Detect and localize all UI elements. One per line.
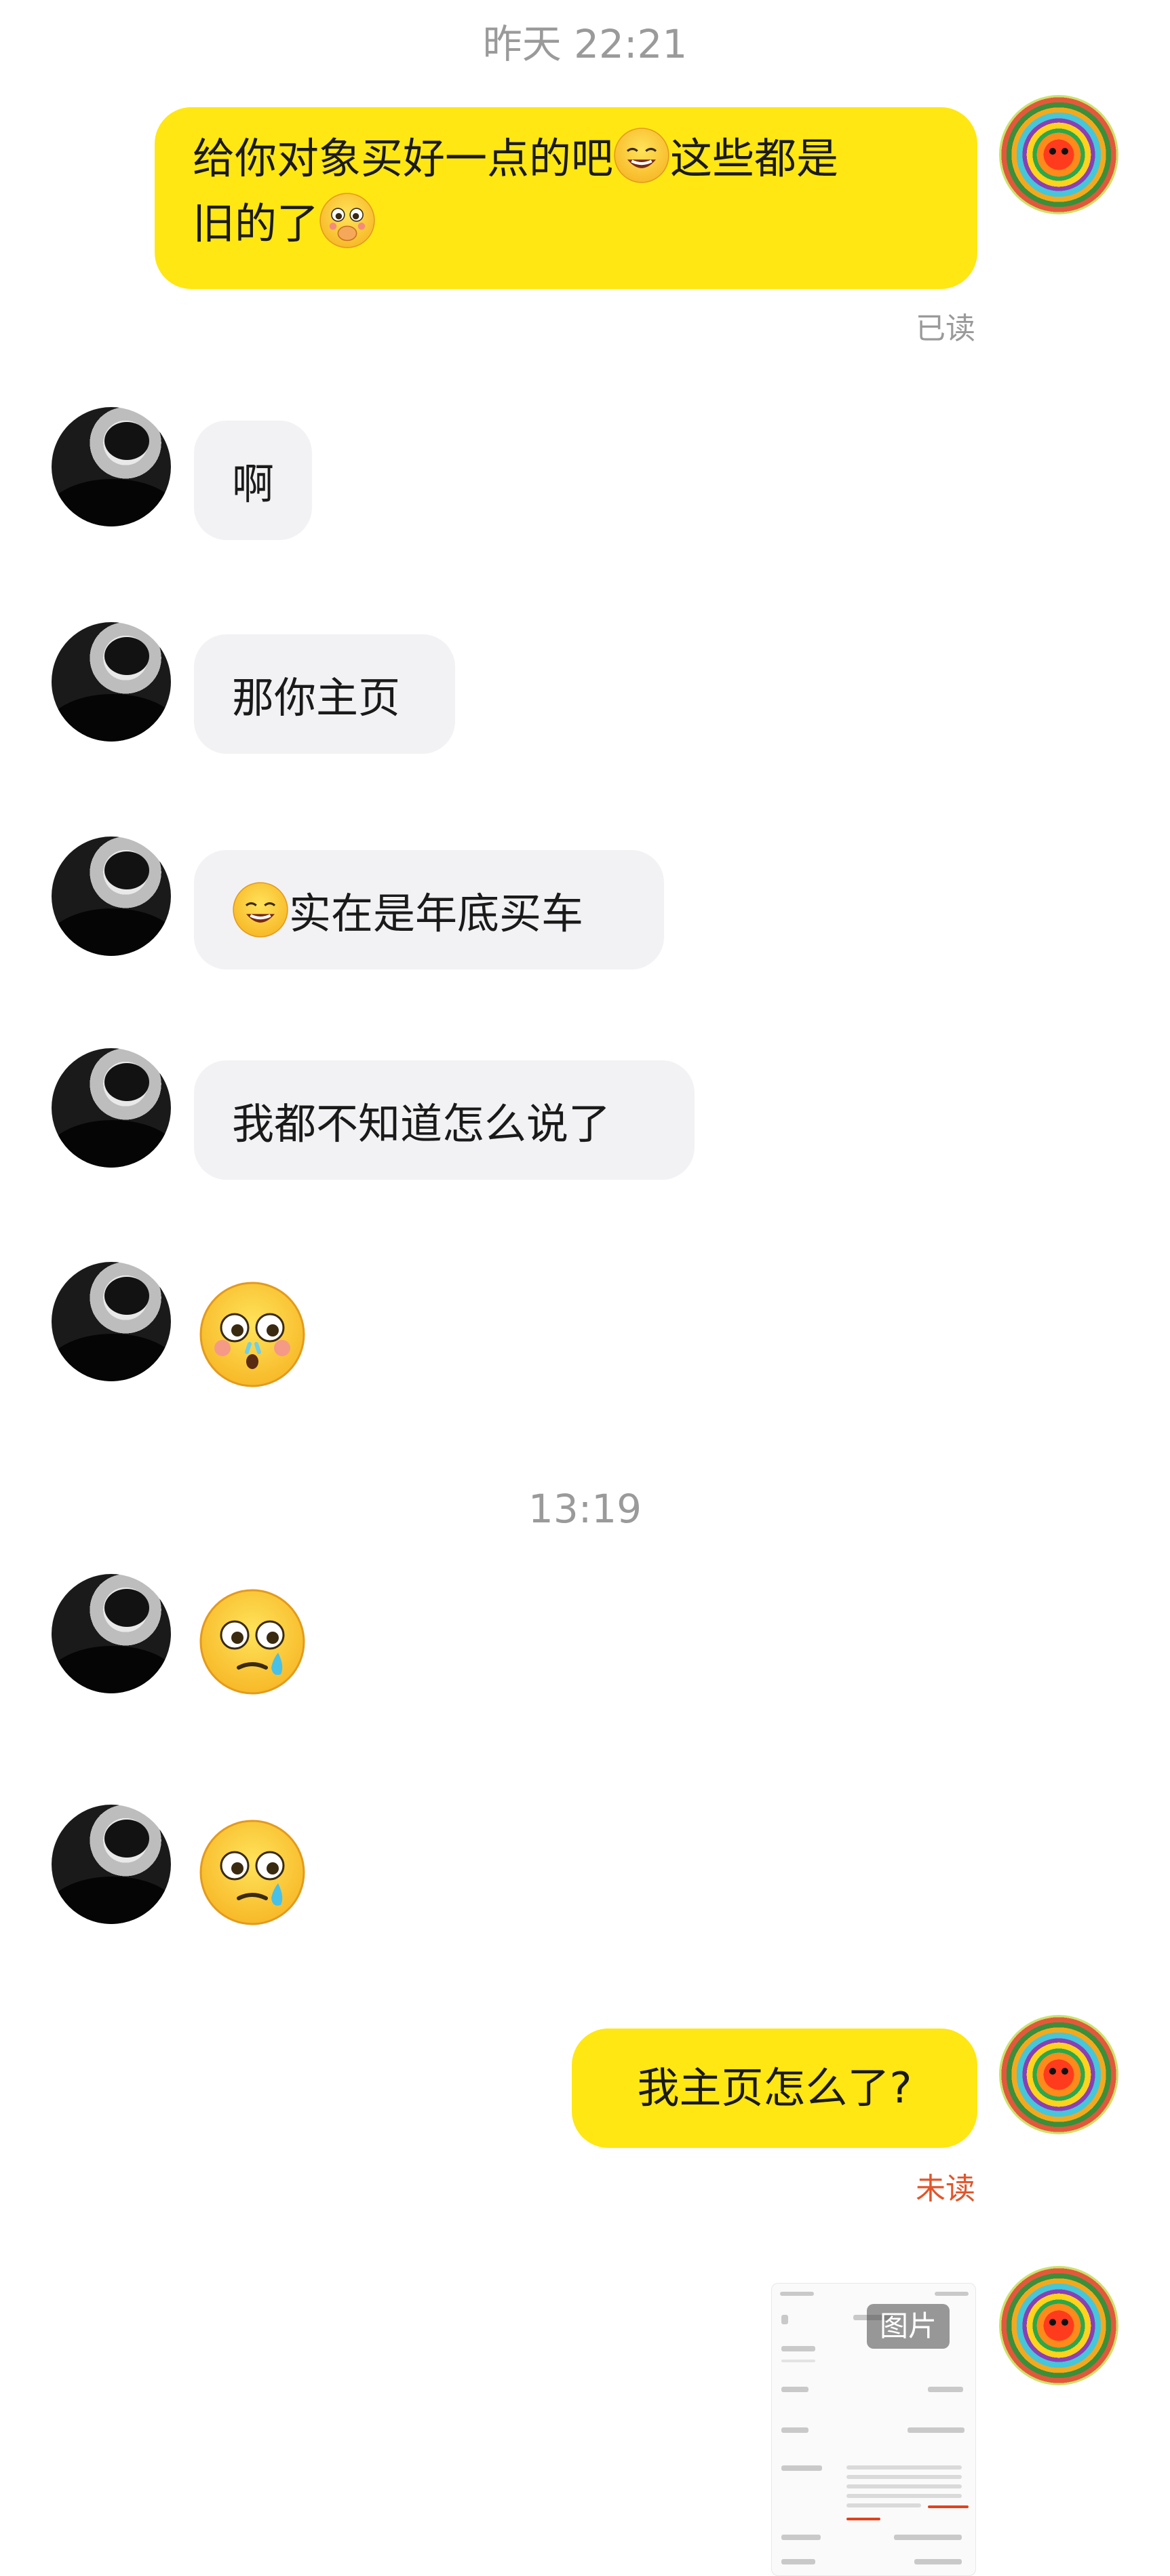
self-avatar[interactable] (999, 2266, 1118, 2385)
self-avatar[interactable] (999, 95, 1118, 214)
message-text: 旧的了 (193, 199, 319, 248)
contact-avatar[interactable] (52, 1262, 171, 1381)
message-text: 啊 (231, 459, 274, 509)
contact-avatar[interactable] (52, 1805, 171, 1924)
self-avatar[interactable] (999, 2015, 1118, 2134)
timestamp: 13:19 (528, 1486, 642, 1532)
teary-icon[interactable] (198, 1818, 307, 1927)
grinning-sweat-icon (233, 882, 288, 938)
message-text: 实在是年底买车 (289, 889, 584, 938)
read-status: 已读 (916, 311, 975, 346)
message-bubble-incoming[interactable]: 我都不知道怎么说了 (194, 1060, 695, 1180)
image-message[interactable]: 图片 (771, 2283, 976, 2576)
contact-avatar[interactable] (52, 622, 171, 742)
message-bubble-outgoing[interactable]: 给你对象买好一点的吧 这些都是 旧的了 (155, 107, 977, 289)
grinning-sweat-icon (614, 128, 669, 183)
message-bubble-outgoing[interactable]: 我主页怎么了? (572, 2029, 977, 2148)
message-bubble-incoming[interactable]: 实在是年底买车 (194, 850, 664, 969)
message-text: 我主页怎么了? (637, 2063, 912, 2113)
message-bubble-incoming[interactable]: 那你主页 (194, 634, 455, 754)
contact-avatar[interactable] (52, 837, 171, 956)
unread-status: 未读 (916, 2172, 975, 2206)
contact-avatar[interactable] (52, 1574, 171, 1693)
message-bubble-incoming[interactable]: 啊 (194, 421, 312, 540)
contact-avatar[interactable] (52, 407, 171, 526)
contact-avatar[interactable] (52, 1048, 171, 1168)
message-text: 给你对象买好一点的吧 (193, 134, 614, 183)
timestamp: 昨天 22:21 (482, 21, 688, 67)
message-text: 我都不知道怎么说了 (232, 1099, 611, 1149)
message-text: 那你主页 (232, 673, 401, 723)
blushing-pleading-icon (319, 193, 375, 248)
shocked-nosebleed-icon[interactable] (198, 1280, 307, 1389)
image-label: 图片 (867, 2304, 950, 2349)
teary-icon[interactable] (198, 1588, 307, 1696)
message-text: 这些都是 (670, 134, 839, 183)
